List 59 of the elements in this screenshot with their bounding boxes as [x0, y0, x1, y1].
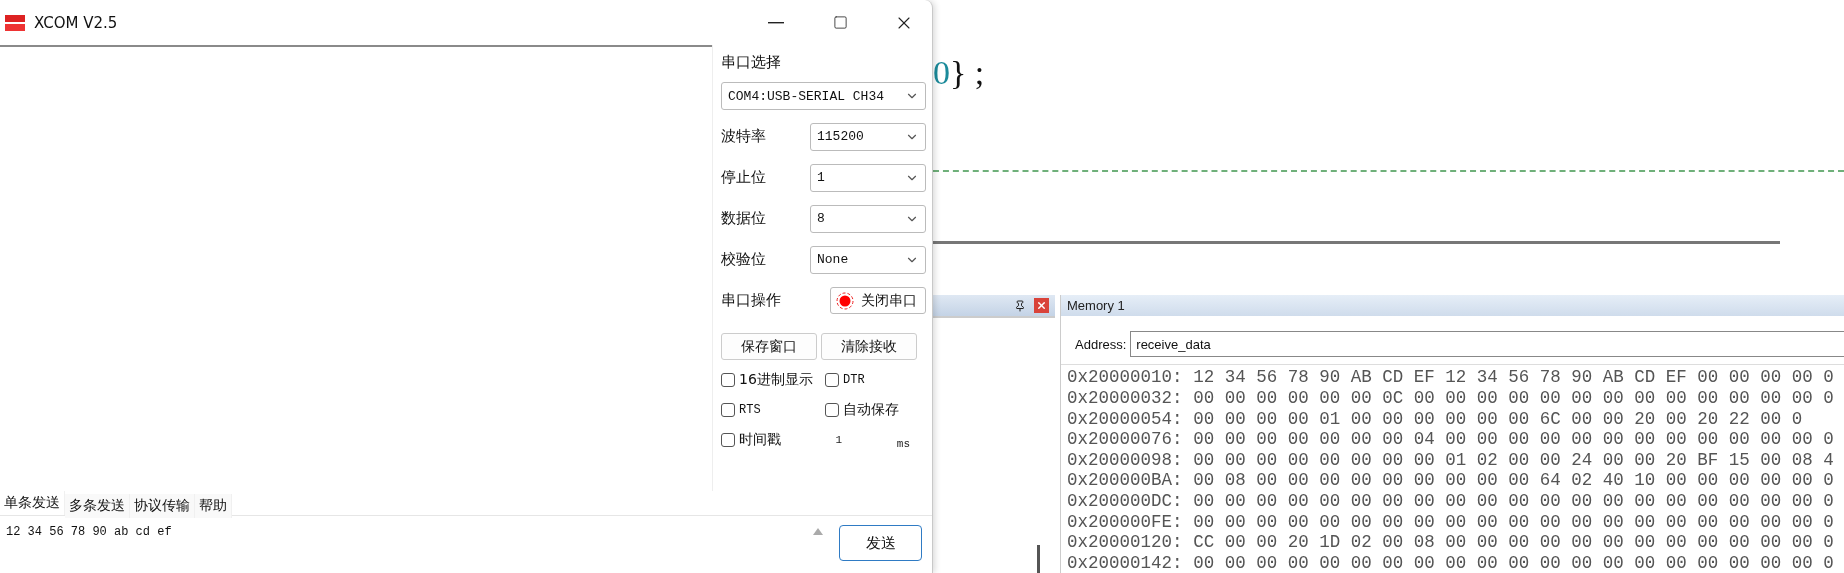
send-button[interactable]: 发送	[839, 525, 922, 561]
tab[interactable]: 协议传输	[130, 494, 195, 518]
setting-dropdown[interactable]: None	[810, 245, 926, 274]
interval-field[interactable]: 1	[835, 434, 843, 446]
checkbox[interactable]: 时间戳	[721, 428, 781, 452]
memory-bytes: 00 00 00 00 00 00 00 00 00 00 00 00 00 00 00 00 00 00 00 00 0	[1193, 511, 1834, 532]
memory-bytes: 00 00 00 00 00 00 0C 00 00 00 00 00 00 00 00 00 00 00 00 00 0	[1193, 387, 1834, 408]
panel-button[interactable]: 清除接收	[821, 333, 917, 360]
setting-dropdown[interactable]: 1	[810, 163, 926, 192]
field-label: 数据位	[721, 209, 766, 228]
close-button[interactable]	[1034, 298, 1049, 314]
tab[interactable]: 单条发送	[0, 491, 65, 515]
port-dropdown[interactable]: COM4:USB-SERIAL CH34	[721, 82, 926, 110]
field-label: 校验位	[721, 250, 766, 269]
minimize-icon	[768, 21, 784, 24]
memory-address: 0x20000032:	[1067, 387, 1183, 408]
memory-bytes: 00 08 00 00 00 00 00 00 00 00 00 64 02 40 10 00 00 00 00 00 0	[1193, 470, 1834, 491]
scroll-up-icon	[813, 528, 823, 535]
memory-bytes: 12 34 56 78 90 AB CD EF 12 34 56 78 90 AB CD EF 00 00 00 00 0	[1193, 367, 1834, 388]
pin-icon[interactable]	[1014, 299, 1026, 312]
checkbox[interactable]: 16进制显示	[721, 368, 825, 392]
maximize-icon	[832, 15, 848, 30]
checkbox[interactable]: 自动保存	[825, 398, 925, 422]
setting-dropdown[interactable]: 8	[810, 204, 926, 233]
tab[interactable]: 帮助	[195, 494, 232, 518]
address-field[interactable]: receive_data	[1130, 331, 1844, 358]
field-label: 波特率	[721, 127, 766, 146]
memory-address: 0x200000BA:	[1067, 470, 1183, 491]
memory-address: 0x200000FE:	[1067, 511, 1183, 532]
memory-bytes: 00 00 00 00 00 00 00 04 00 00 00 00 00 00 00 00 00 00 00 00 0	[1193, 429, 1834, 450]
memory-address: 0x20000142:	[1067, 552, 1183, 573]
window-title: XCOM V2.5	[34, 13, 119, 32]
panel-title: Memory 1	[1061, 295, 1844, 317]
memory-address: 0x20000076:	[1067, 429, 1183, 450]
unit-label: ms	[896, 438, 910, 450]
tab[interactable]: 多条发送	[65, 494, 130, 518]
memory-bytes: CC 00 00 20 1D 02 00 08 00 00 00 00 00 00 00 00 00 00 00 00 0	[1193, 532, 1834, 553]
checkbox[interactable]: RTS	[721, 398, 825, 422]
close-icon	[1036, 300, 1047, 312]
memory-address: 0x20000054:	[1067, 408, 1183, 429]
memory-address: 0x20000120:	[1067, 532, 1183, 553]
app-logo-icon	[4, 13, 26, 32]
operation-label: 串口操作	[721, 291, 781, 310]
address-label: Address:	[1075, 336, 1127, 352]
memory-address: 0x20000010:	[1067, 367, 1183, 388]
field-label: 停止位	[721, 168, 766, 187]
close-port-button[interactable]: 关闭串口	[830, 287, 926, 314]
memory-bytes: 00 00 00 00 01 00 00 00 00 00 00 6C 00 00 20 00 20 22 00 0	[1193, 408, 1803, 429]
panel-button[interactable]: 保存窗口	[721, 333, 817, 360]
memory-bytes: 00 00 00 00 00 00 00 00 00 00 00 00 00 00 00 00 00 00 00 00 0	[1193, 490, 1834, 511]
port-label: 串口选择	[721, 53, 782, 72]
code-line: 0} ;	[933, 54, 986, 92]
memory-bytes: 00 00 00 00 00 00 00 00 00 00 00 00 00 00 00 00 00 00 00 00 0	[1193, 552, 1834, 573]
setting-dropdown[interactable]: 115200	[810, 122, 926, 151]
send-input-field[interactable]: 12 34 56 78 90 ab cd ef	[6, 524, 813, 540]
memory-address: 0x20000098:	[1067, 449, 1183, 470]
checkbox[interactable]: DTR	[825, 368, 925, 392]
memory-address: 0x200000DC:	[1067, 490, 1183, 511]
memory-bytes: 00 00 00 00 00 00 00 00 01 02 00 00 24 00 00 20 BF 15 00 08 4	[1193, 449, 1834, 470]
